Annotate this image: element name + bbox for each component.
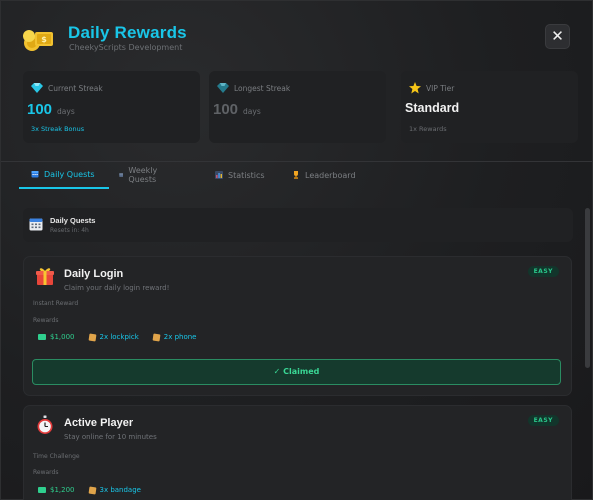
cash-icon [38,334,46,340]
current-streak-card: Current Streak 100 days 3x Streak Bonus [23,71,200,143]
reward-label: $1,200 [50,486,75,494]
claimed-button[interactable]: ✓ Claimed [32,359,561,385]
calendar-icon [29,218,43,231]
reward-label: 2x phone [163,333,197,341]
quest-card-active-player: Active Player Stay online for 10 minutes… [23,405,572,500]
vip-multiplier: 1x Rewards [409,125,447,133]
quest-type: Time Challenge [33,453,80,460]
reward-item: 2x lockpick [88,333,139,341]
tab-label: Weekly Quests [128,166,158,184]
reset-timer: Resets in: 4h [50,227,89,234]
svg-text:$: $ [41,35,47,44]
longest-streak-card: Longest Streak 100 days [209,71,386,143]
difficulty-badge: EASY [527,415,559,426]
bar-chart-icon [215,171,223,179]
package-icon [152,333,161,341]
reward-label: $1,000 [50,333,75,341]
package-icon [88,333,96,341]
page-title: Daily Rewards [68,23,187,42]
stats-row: Current Streak 100 days 3x Streak Bonus L… [23,71,578,143]
reward-label: 2x lockpick [99,333,139,341]
trophy-icon [294,171,298,179]
cash-icon [38,487,46,493]
rewards-list: $1,000 2x lockpick 2x phone [38,333,196,341]
tab-label: Leaderboard [305,170,356,180]
rewards-list: $1,200 3x bandage [38,486,141,494]
diamond-icon [31,83,43,93]
tab-weekly-quests[interactable]: Weekly Quests [107,161,161,189]
difficulty-badge: EASY [527,266,559,277]
streak-bonus: 3x Streak Bonus [31,125,85,133]
stat-label: VIP Tier [426,84,455,93]
money-logo-icon: $ [23,30,53,51]
vip-tier-value: Standard [405,101,460,115]
calendar-icon [119,173,124,177]
quest-description: Stay online for 10 minutes [64,433,157,441]
stat-value: 100 days [27,101,75,118]
tab-label: Daily Quests [44,169,95,179]
close-button[interactable]: ✕ [545,24,570,49]
daily-rewards-window: $ Daily Rewards CheekyScripts Developmen… [0,0,593,500]
vip-tier-card: VIP Tier Standard 1x Rewards [401,71,578,143]
rewards-label: Rewards [33,317,59,324]
tab-label: Statistics [228,170,265,180]
tab-daily-quests[interactable]: Daily Quests [19,161,109,189]
close-icon: ✕ [551,27,564,45]
quest-card-daily-login: Daily Login Claim your daily login rewar… [23,256,572,396]
quest-description: Claim your daily login reward! [64,284,170,292]
tab-leaderboard[interactable]: Leaderboard [280,161,356,189]
stat-value: 100 days [213,101,261,118]
reward-item: $1,200 [38,486,75,494]
daily-quests-header: Daily Quests Resets in: 4h [23,208,573,242]
tab-statistics[interactable]: Statistics [203,161,265,189]
reward-item: 2x phone [152,333,197,341]
stat-unit: days [57,107,75,116]
package-icon [88,486,96,494]
longest-streak-value: 100 [213,101,239,118]
reward-label: 3x bandage [99,486,141,494]
stat-unit: days [243,107,261,116]
diamond-icon [217,83,229,93]
calendar-icon [31,171,39,178]
reward-item: 3x bandage [88,486,141,494]
rewards-label: Rewards [33,469,59,476]
star-icon [409,82,421,94]
quest-type: Instant Reward [33,300,79,307]
quest-title: Daily Login [64,268,124,280]
quest-title: Active Player [64,417,134,429]
section-title: Daily Quests [50,216,96,225]
header: $ Daily Rewards CheekyScripts Developmen… [23,23,570,63]
stat-label: Current Streak [48,84,103,93]
stat-label: Longest Streak [234,84,291,93]
gift-icon [36,268,54,285]
scrollbar[interactable] [585,208,590,368]
page-subtitle: CheekyScripts Development [69,43,183,52]
stopwatch-icon [37,415,53,434]
current-streak-value: 100 [27,101,53,118]
reward-item: $1,000 [38,333,75,341]
